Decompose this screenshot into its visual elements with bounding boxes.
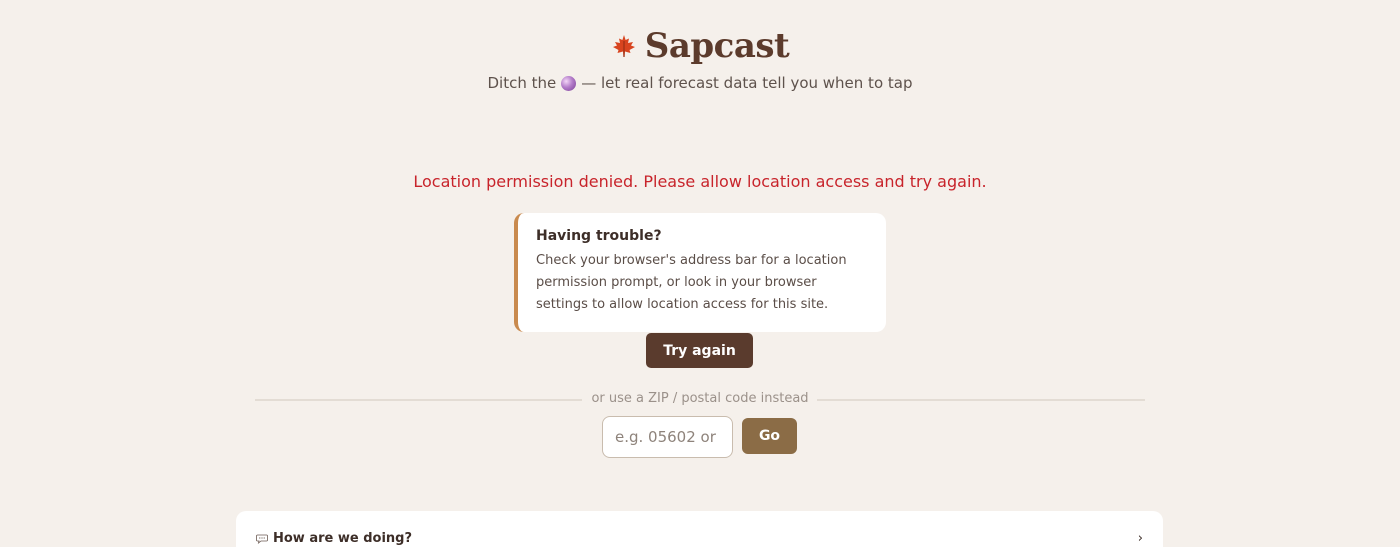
header: Sapcast Ditch the — let real forecast da… — [0, 26, 1400, 92]
tagline-end: — let real forecast data tell you when t… — [581, 74, 913, 92]
maple-leaf-icon — [612, 35, 635, 57]
tagline: Ditch the — let real forecast data tell … — [488, 74, 913, 92]
feedback-label: How are we doing? — [273, 531, 413, 546]
tagline-start: Ditch the — [487, 74, 557, 92]
zip-divider: or use a ZIP / postal code instead — [255, 391, 1145, 409]
help-card-title: Having trouble? — [536, 228, 662, 244]
error-message: Location permission denied. Please allow… — [413, 172, 987, 191]
chevron-right-icon[interactable]: › — [1138, 531, 1143, 546]
help-card-body: Check your browser's address bar for a l… — [536, 253, 847, 312]
feedback-heading: How are we doing? — [256, 531, 412, 546]
page: Sapcast Ditch the — let real forecast da… — [0, 0, 1400, 547]
zip-input[interactable] — [602, 416, 733, 458]
feedback-card[interactable]: How are we doing? › — [236, 511, 1163, 547]
app-title: Sapcast — [644, 26, 790, 66]
help-card: Having trouble? Check your browser's add… — [514, 213, 886, 332]
crystal-ball-icon — [561, 75, 577, 91]
try-again-button[interactable]: Try again — [646, 333, 753, 368]
go-button[interactable]: Go — [742, 418, 797, 454]
feedback-row: How are we doing? › — [256, 531, 1143, 546]
speech-bubble-icon — [256, 534, 268, 544]
divider-line-right — [817, 399, 1145, 401]
brand: Sapcast — [611, 26, 790, 66]
